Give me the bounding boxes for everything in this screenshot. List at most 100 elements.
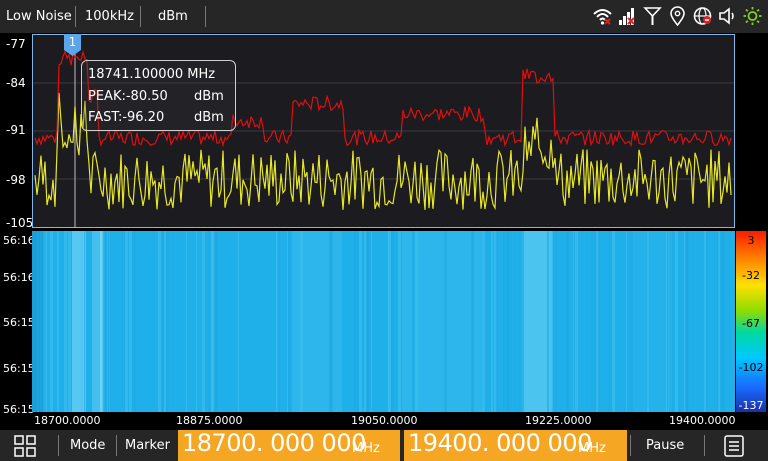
marker-1-flag[interactable]: 1	[64, 34, 81, 56]
waterfall-stripe	[667, 231, 668, 412]
waterfall-stripe	[507, 231, 508, 412]
divider	[58, 435, 59, 456]
waterfall-stripe	[215, 231, 218, 412]
waterfall-stripe	[412, 231, 415, 412]
wifi-off-icon[interactable]	[593, 6, 612, 26]
stop-frequency-unit: MHz	[578, 441, 606, 456]
waterfall-stripe	[398, 231, 401, 412]
waterfall-stripe	[57, 231, 59, 412]
color-scale-bar: 3 -32 -67 -102 -137	[736, 231, 766, 412]
waterfall-stripe	[205, 231, 207, 412]
waterfall-stripe	[598, 231, 600, 412]
x-tick: 18875.0000	[176, 414, 243, 427]
waterfall-stripe	[685, 231, 688, 412]
location-icon[interactable]	[668, 6, 687, 27]
waterfall-stripe	[292, 231, 342, 412]
waterfall-stripe	[679, 231, 681, 412]
colorbar-tick: 3	[747, 234, 755, 247]
divider	[75, 6, 76, 27]
globe-no-icon[interactable]	[693, 6, 712, 26]
waterfall-stripe	[72, 231, 86, 412]
waterfall-stripe	[288, 231, 291, 412]
unit-button[interactable]: dBm	[158, 0, 188, 33]
peak-unit: dBm	[194, 89, 224, 104]
waterfall-time: 56:15	[3, 403, 35, 416]
fast-unit: dBm	[194, 110, 224, 125]
waterfall-stripe	[721, 231, 723, 412]
y-tick: -105	[6, 216, 34, 230]
divider	[630, 435, 631, 456]
waterfall-stripe	[353, 231, 356, 412]
waterfall-stripe	[51, 231, 53, 412]
waterfall-stripe	[109, 231, 110, 412]
waterfall-stripe	[186, 231, 187, 412]
waterfall-stripe	[164, 231, 166, 412]
waterfall-time: 56:16	[3, 234, 35, 247]
y-tick: -84	[6, 76, 26, 90]
waterfall-stripe	[444, 231, 447, 412]
waterfall-stripe	[496, 231, 498, 412]
waterfall-time: 56:15	[3, 316, 35, 329]
peak-value: PEAK:-80.50	[88, 89, 168, 104]
signal-off-icon[interactable]	[618, 6, 637, 26]
waterfall-stripe	[486, 231, 487, 412]
waterfall-stripe	[391, 231, 392, 412]
y-tick: -91	[6, 123, 26, 137]
y-tick: -98	[6, 173, 26, 187]
x-tick: 18700.0000	[34, 414, 101, 427]
marker-button[interactable]: Marker	[125, 430, 170, 461]
divider	[116, 435, 117, 456]
stop-frequency-value: 19400. 000 000	[408, 430, 592, 457]
divider	[704, 435, 705, 456]
waterfall-stripe	[503, 231, 504, 412]
colorbar-tick: -67	[742, 317, 760, 330]
apps-grid-icon[interactable]	[14, 435, 36, 457]
waterfall-stripe	[300, 231, 303, 412]
waterfall-stripe	[519, 231, 520, 412]
divider	[205, 6, 206, 27]
waterfall-stripe	[626, 231, 627, 412]
rbw-button[interactable]: 100kHz	[85, 0, 134, 33]
waterfall-stripe	[68, 231, 71, 412]
waterfall-stripe	[84, 231, 85, 412]
waterfall-stripe	[105, 231, 107, 412]
waterfall-stripe	[158, 231, 161, 412]
waterfall-stripe	[202, 231, 205, 412]
sun-icon[interactable]	[743, 6, 762, 26]
x-tick: 19400.0000	[669, 414, 736, 427]
waterfall-stripe	[723, 231, 725, 412]
waterfall-stripe	[591, 231, 593, 412]
waterfall-stripe	[522, 231, 524, 412]
waterfall-stripe	[575, 231, 578, 412]
marker-number: 1	[68, 35, 77, 49]
antenna-icon[interactable]	[643, 6, 662, 26]
waterfall-display[interactable]	[32, 231, 735, 412]
waterfall-time: 56:16	[3, 271, 35, 284]
waterfall-stripe	[125, 231, 128, 412]
menu-list-icon[interactable]	[724, 435, 744, 457]
waterfall-stripe	[43, 231, 46, 412]
colorbar-tick: -32	[742, 269, 760, 282]
waterfall-stripe	[482, 231, 485, 412]
waterfall-stripe	[81, 231, 82, 412]
waterfall-stripe	[367, 231, 370, 412]
waterfall-time: 56:15	[3, 362, 35, 375]
waterfall-stripe	[40, 231, 42, 412]
waterfall-stripe	[553, 231, 554, 412]
waterfall-stripe	[672, 231, 673, 412]
stop-frequency-field[interactable]: 19400. 000 000 MHz	[404, 430, 627, 461]
waterfall-stripe	[491, 231, 493, 412]
colorbar-tick: -137	[738, 399, 764, 412]
mode-button[interactable]: Mode	[70, 430, 105, 461]
waterfall-stripe	[85, 231, 86, 412]
start-frequency-value: 18700. 000 000	[182, 430, 366, 457]
pause-button[interactable]: Pause	[646, 430, 684, 461]
noise-mode-button[interactable]: Low Noise	[6, 0, 72, 33]
waterfall-stripe	[718, 231, 720, 412]
waterfall-stripe	[238, 231, 239, 412]
speaker-icon[interactable]	[718, 6, 737, 26]
waterfall-stripe	[706, 231, 707, 412]
start-frequency-field[interactable]: 18700. 000 000 MHz	[178, 430, 400, 461]
fast-value: FAST:-96.20	[88, 110, 165, 125]
waterfall-stripe	[134, 231, 136, 412]
